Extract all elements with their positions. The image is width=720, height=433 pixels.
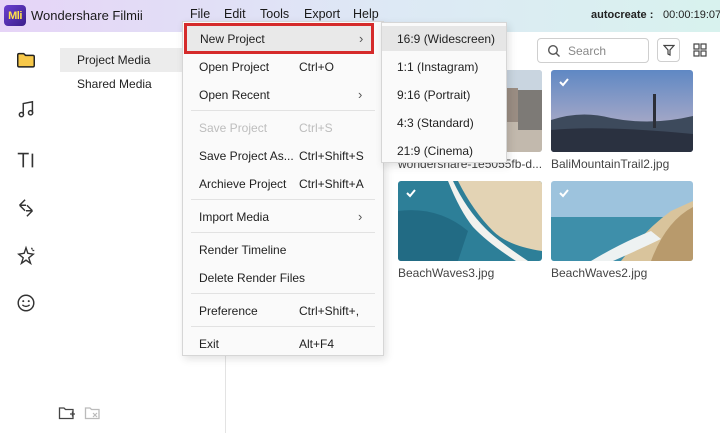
menu-item-label: Preference xyxy=(199,304,258,318)
media-label: BaliMountainTrail2.jpg xyxy=(551,157,670,171)
new-folder-icon[interactable] xyxy=(58,405,76,421)
search-box[interactable] xyxy=(537,38,649,63)
menu-item-label: Import Media xyxy=(199,210,270,224)
submenu-item-label: 4:3 (Standard) xyxy=(397,116,474,130)
menu-item-label: Render Timeline xyxy=(199,243,287,257)
text-icon[interactable] xyxy=(14,148,38,172)
menu-item-shortcut: Ctrl+O xyxy=(299,60,335,74)
menu-item-save-project-as[interactable]: Save Project As... Ctrl+Shift+S xyxy=(183,144,383,168)
submenu-item-16-9[interactable]: 16:9 (Widescreen) xyxy=(382,26,506,51)
timecode: 00:00:19:07 xyxy=(663,9,720,21)
menu-item-shortcut: Ctrl+Shift+, xyxy=(299,304,360,318)
sidebar-item-project-media[interactable]: Project Media xyxy=(60,48,200,72)
submenu-item-21-9[interactable]: 21:9 (Cinema) xyxy=(382,138,506,163)
effects-icon[interactable] xyxy=(14,244,38,268)
menu-item-preference[interactable]: Preference Ctrl+Shift+, xyxy=(183,299,383,323)
menu-item-label: Archieve Project xyxy=(199,177,287,191)
submenu-item-label: 21:9 (Cinema) xyxy=(397,144,474,158)
menu-item-label: Delete Render Files xyxy=(199,271,306,285)
menu-item-shortcut: Alt+F4 xyxy=(299,337,335,351)
menu-item-label: Save Project As... xyxy=(199,149,294,163)
search-input[interactable] xyxy=(568,42,644,59)
submenu-item-label: 1:1 (Instagram) xyxy=(397,60,479,74)
menu-file[interactable]: File xyxy=(190,7,210,21)
project-name: autocreate : xyxy=(591,9,654,21)
grid-icon xyxy=(693,43,707,57)
grid-view-button[interactable] xyxy=(688,38,712,62)
search-icon xyxy=(547,44,560,57)
menu-item-archieve-project[interactable]: Archieve Project Ctrl+Shift+A xyxy=(183,172,383,196)
submenu-item-label: 9:16 (Portrait) xyxy=(397,88,471,102)
media-thumbnail[interactable] xyxy=(551,181,693,261)
transition-icon[interactable] xyxy=(14,196,38,220)
menu-item-shortcut: Ctrl+Shift+A xyxy=(299,177,364,191)
submenu-item-9-16[interactable]: 9:16 (Portrait) xyxy=(382,82,506,107)
menu-edit[interactable]: Edit xyxy=(224,7,246,21)
media-thumbnail[interactable] xyxy=(551,70,693,152)
checkbox-icon[interactable] xyxy=(557,75,571,89)
menu-separator xyxy=(191,232,375,233)
menu-item-open-recent[interactable]: Open Recent › xyxy=(183,83,383,107)
menu-item-label: Open Project xyxy=(199,60,270,74)
app-logo: Mli xyxy=(4,5,26,26)
media-label: BeachWaves2.jpg xyxy=(551,266,648,280)
menu-export[interactable]: Export xyxy=(304,7,340,21)
menu-separator xyxy=(191,199,375,200)
menu-tools[interactable]: Tools xyxy=(260,7,289,21)
menu-item-label: Open Recent xyxy=(199,88,270,102)
filter-icon xyxy=(662,44,675,56)
menu-item-shortcut: Ctrl+Shift+S xyxy=(299,149,364,163)
menu-item-exit[interactable]: Exit Alt+F4 xyxy=(183,332,383,356)
menu-separator xyxy=(191,293,375,294)
delete-folder-icon[interactable] xyxy=(84,405,102,421)
new-project-submenu: 16:9 (Widescreen) 1:1 (Instagram) 9:16 (… xyxy=(381,22,507,163)
menu-item-shortcut: Ctrl+S xyxy=(299,121,333,135)
menu-item-save-project: Save Project Ctrl+S xyxy=(183,116,383,140)
media-thumbnail[interactable] xyxy=(398,181,542,261)
chevron-right-icon: › xyxy=(358,209,363,224)
sidebar-item-shared-media[interactable]: Shared Media xyxy=(60,72,200,96)
menu-separator xyxy=(191,110,375,111)
chevron-right-icon: › xyxy=(359,31,364,46)
menu-item-delete-render-files[interactable]: Delete Render Files xyxy=(183,266,383,290)
folder-icon[interactable] xyxy=(14,48,38,72)
menu-item-import-media[interactable]: Import Media › xyxy=(183,205,383,229)
media-label: BeachWaves3.jpg xyxy=(398,266,495,280)
menu-item-label: Save Project xyxy=(199,121,268,135)
app-title: Wondershare Filmii xyxy=(31,8,143,23)
menu-item-label: Exit xyxy=(199,337,220,351)
menu-item-label: New Project xyxy=(200,32,265,46)
filter-button[interactable] xyxy=(657,38,680,62)
submenu-item-4-3[interactable]: 4:3 (Standard) xyxy=(382,110,506,135)
music-icon[interactable] xyxy=(14,98,38,122)
file-menu-dropdown: New Project › Open Project Ctrl+O Open R… xyxy=(182,21,384,356)
menu-item-new-project[interactable]: New Project › xyxy=(184,23,374,54)
sticker-icon[interactable] xyxy=(14,291,38,315)
chevron-right-icon: › xyxy=(358,87,363,102)
submenu-item-label: 16:9 (Widescreen) xyxy=(397,32,496,46)
menu-item-open-project[interactable]: Open Project Ctrl+O xyxy=(183,55,383,79)
menu-item-render-timeline[interactable]: Render Timeline xyxy=(183,238,383,262)
menu-help[interactable]: Help xyxy=(353,7,379,21)
submenu-item-1-1[interactable]: 1:1 (Instagram) xyxy=(382,54,506,79)
menu-separator xyxy=(191,326,375,327)
checkbox-icon[interactable] xyxy=(557,186,571,200)
checkbox-icon[interactable] xyxy=(404,186,418,200)
